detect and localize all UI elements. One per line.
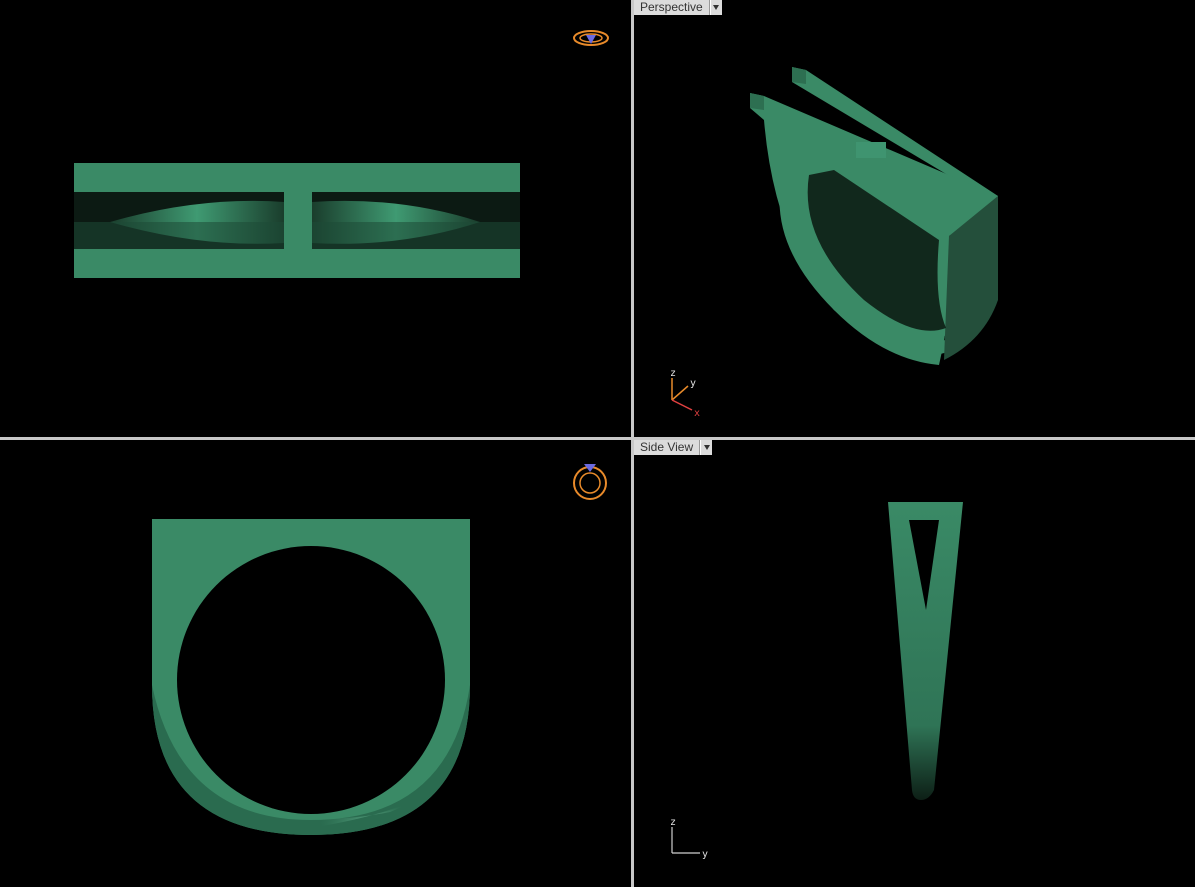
ring-top-view-icon[interactable] — [573, 30, 609, 46]
front-viewport[interactable] — [0, 440, 631, 887]
perspective-canvas: z y x — [670, 67, 998, 419]
top-view-canvas — [74, 30, 609, 278]
axis-gizmo-side: z y — [670, 817, 708, 860]
axis-y-label: y — [702, 849, 708, 860]
axis-z-label: z — [670, 368, 676, 379]
axis-y-label: y — [690, 378, 696, 389]
front-view-canvas — [152, 464, 607, 835]
ring-top-model[interactable] — [74, 163, 520, 278]
ring-side-model[interactable] — [888, 502, 963, 800]
side-view-canvas: z y — [670, 502, 963, 860]
perspective-viewport[interactable]: Perspective z y x — [634, 0, 1195, 437]
axis-gizmo-perspective: z y x — [670, 368, 700, 419]
axis-z-label: z — [670, 817, 676, 828]
side-viewport[interactable]: Side View z y — [634, 440, 1195, 887]
axis-x-label: x — [694, 408, 700, 419]
ring-front-model[interactable] — [152, 519, 470, 835]
top-viewport[interactable] — [0, 0, 631, 437]
ring-front-view-icon[interactable] — [573, 464, 607, 500]
ring-perspective-model[interactable] — [750, 67, 998, 365]
